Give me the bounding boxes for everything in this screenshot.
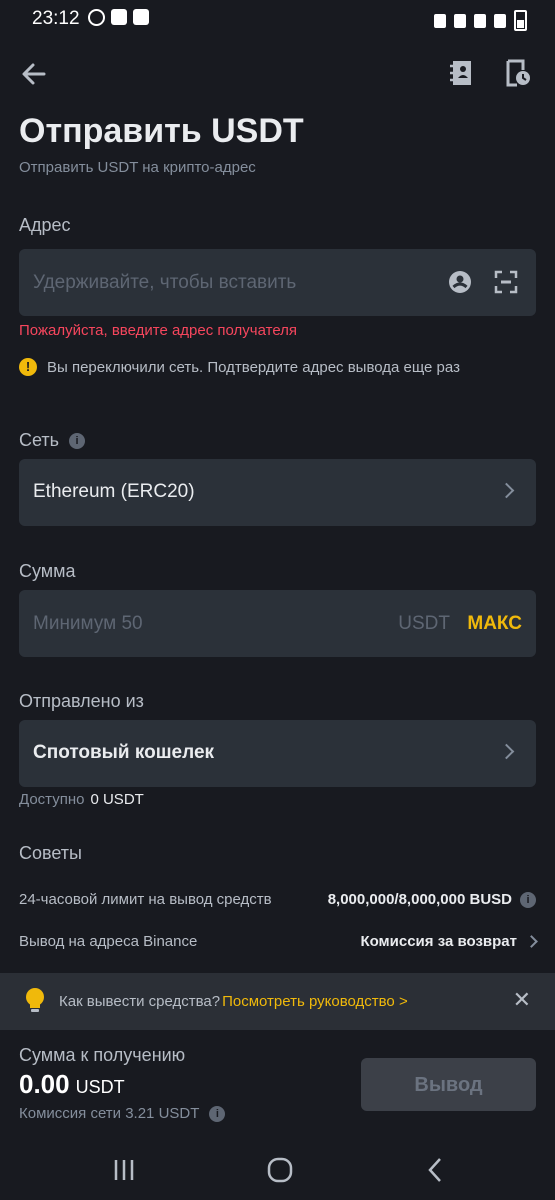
wallet-value: Спотовый кошелек: [33, 742, 215, 763]
guide-link[interactable]: Посмотреть руководство >: [222, 993, 408, 1010]
amount-unit: USDT: [398, 613, 450, 634]
address-placeholder: Удерживайте, чтобы вставить: [33, 272, 297, 293]
tips-row-limit: 24-часовой лимит на вывод средств 8,000,…: [19, 891, 536, 908]
amount-label: Сумма: [19, 561, 76, 581]
receive-label: Сумма к получению: [19, 1045, 186, 1065]
limit-value: 8,000,000/8,000,000 BUSD: [327, 891, 512, 908]
gallery-icon: [111, 9, 127, 25]
signal-icon: [494, 13, 506, 28]
receive-value: 0.00: [19, 1069, 70, 1099]
receive-amount: 0.00 USDT: [19, 1069, 125, 1100]
address-label: Адрес: [19, 215, 71, 235]
chevron-right-icon: [498, 743, 515, 760]
close-icon[interactable]: ✕: [513, 989, 531, 1011]
wifi-icon: [474, 13, 486, 28]
available-label: Доступно: [19, 791, 85, 808]
back-arrow-icon[interactable]: [18, 58, 50, 90]
receive-unit: USDT: [75, 1077, 125, 1097]
warning-icon: !: [19, 358, 37, 376]
status-bar: 23:12: [0, 0, 555, 40]
mute-icon: [454, 13, 466, 28]
limit-label: 24-часовой лимит на вывод средств: [19, 891, 272, 908]
available-value: 0 USDT: [90, 791, 144, 808]
scan-qr-icon[interactable]: [494, 270, 518, 294]
back-nav-icon[interactable]: [426, 1157, 444, 1183]
withdraw-button[interactable]: Вывод: [361, 1058, 536, 1111]
at-icon: [88, 9, 105, 26]
tips-row-binance[interactable]: Вывод на адреса Binance Комиссия за возв…: [19, 933, 538, 950]
tips-title: Советы: [19, 843, 82, 863]
fee-text: Комиссия сети 3.21 USDT: [19, 1105, 200, 1122]
address-input[interactable]: Удерживайте, чтобы вставить: [19, 249, 536, 316]
network-label: Сеть: [19, 430, 60, 450]
recycle-icon: [434, 13, 446, 28]
check-icon: [133, 9, 149, 25]
binance-address-label: Вывод на адреса Binance: [19, 933, 198, 950]
chevron-right-icon: [498, 482, 515, 499]
wallet-selector[interactable]: Спотовый кошелек: [19, 720, 536, 787]
network-selector[interactable]: Ethereum (ERC20): [19, 459, 536, 526]
banner-text-row: Как вывести средства? Посмотреть руководс…: [59, 993, 408, 1010]
network-value: Ethereum (ERC20): [33, 481, 195, 502]
contact-icon[interactable]: [448, 270, 472, 294]
available-balance: Доступно 0 USDT: [19, 791, 144, 808]
refund-fee-link[interactable]: Комиссия за возврат: [360, 933, 517, 950]
status-right-icons: [434, 10, 527, 31]
network-fee: Комиссия сети 3.21 USDT i: [19, 1105, 226, 1122]
system-nav-bar: [0, 1140, 555, 1200]
page-title: Отправить USDT: [19, 112, 304, 150]
banner-text: Как вывести средства?: [59, 993, 221, 1010]
battery-icon: [514, 10, 527, 31]
info-icon[interactable]: i: [209, 1105, 226, 1122]
network-label-row: Сеть i: [19, 430, 86, 451]
lightbulb-icon: [26, 988, 44, 1012]
max-button[interactable]: МАКС: [467, 613, 522, 635]
amount-placeholder: Минимум 50: [33, 613, 143, 634]
amount-input[interactable]: Минимум 50 USDT МАКС: [19, 590, 536, 657]
address-error: Пожалуйста, введите адрес получателя: [19, 322, 298, 339]
address-book-icon[interactable]: [448, 58, 476, 88]
page-subtitle: Отправить USDT на крипто-адрес: [19, 159, 256, 176]
info-icon[interactable]: i: [69, 432, 86, 449]
network-warning-text: Вы переключили сеть. Подтвердите адрес в…: [47, 358, 460, 376]
guide-banner: Как вывести средства? Посмотреть руководс…: [0, 973, 555, 1030]
status-left-icons: [88, 9, 149, 26]
recent-apps-icon[interactable]: [112, 1158, 136, 1182]
chevron-right-icon: [525, 935, 538, 948]
info-icon[interactable]: i: [520, 891, 536, 908]
status-time: 23:12: [32, 8, 80, 29]
source-label: Отправлено из: [19, 691, 144, 711]
network-warning: ! Вы переключили сеть. Подтвердите адрес…: [19, 358, 460, 376]
home-icon[interactable]: [267, 1157, 293, 1183]
history-icon[interactable]: [504, 58, 532, 88]
